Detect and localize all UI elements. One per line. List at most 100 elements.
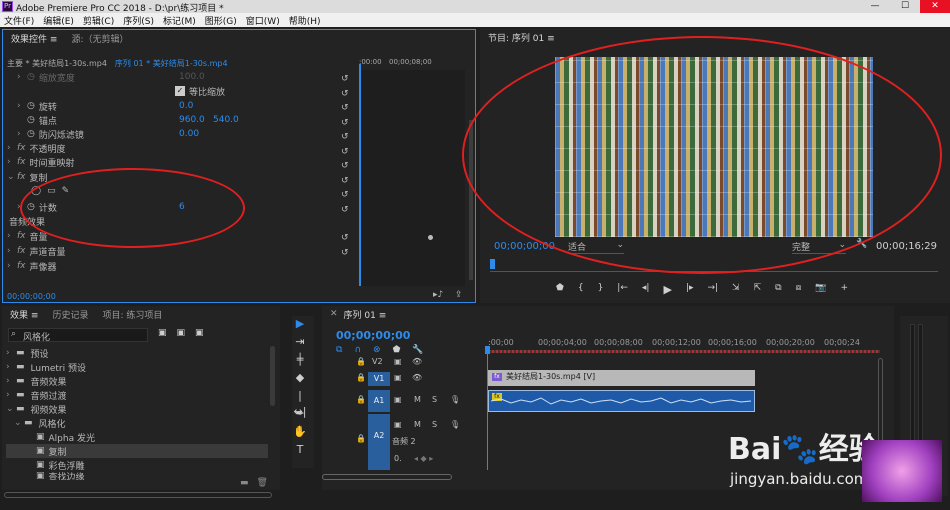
expand-chevron-icon[interactable]: › xyxy=(7,261,17,271)
reset-icon[interactable]: ↺ xyxy=(341,130,353,145)
timeline-timecode[interactable]: 00;00;00;00 xyxy=(336,329,410,342)
go-to-in-icon[interactable]: |← xyxy=(617,283,628,297)
export-icon[interactable]: ⇪ xyxy=(455,290,463,300)
solo-button[interactable]: S xyxy=(432,395,437,404)
ellipse-mask-icon[interactable]: ◯ xyxy=(31,186,41,196)
tree-item-alpha-glow[interactable]: ▣ Alpha 发光 xyxy=(36,430,95,444)
expand-chevron-icon[interactable]: › xyxy=(7,157,17,167)
expand-chevron-icon[interactable]: › xyxy=(7,231,17,241)
yuv-filter-icon[interactable]: ▣ xyxy=(195,328,204,338)
sync-lock-icon[interactable]: ▣ xyxy=(394,420,402,429)
tab-effects[interactable]: 效果 ≡ xyxy=(10,308,38,321)
play-icon[interactable]: ▶ xyxy=(663,283,671,297)
delete-icon[interactable]: 🗑 xyxy=(257,478,268,488)
selection-tool-icon[interactable]: ▶ xyxy=(292,316,308,332)
uniform-scale-checkbox[interactable]: ✓ xyxy=(175,86,185,96)
reset-icon[interactable]: ↺ xyxy=(341,174,353,189)
replicate-row[interactable]: ⌄ fx 复制 xyxy=(7,170,48,184)
close-button[interactable]: ✕ xyxy=(920,0,950,13)
tree-item-color-emboss[interactable]: ▣ 彩色浮雕 xyxy=(36,458,85,472)
expand-chevron-icon[interactable]: › xyxy=(17,101,27,111)
effects-search-input[interactable]: ⌕ 风格化 xyxy=(8,328,148,343)
fit-select[interactable]: 适合 ⌄ xyxy=(568,240,624,254)
mute-button[interactable]: M xyxy=(414,395,421,404)
scale-width-value[interactable]: 100.0 xyxy=(179,72,205,82)
ec-bottom-timecode[interactable]: 00;00;00;00 xyxy=(7,292,56,301)
channel-volume-row[interactable]: › fx 声道音量 xyxy=(7,244,66,258)
add-marker-icon[interactable]: ⬟ xyxy=(393,345,401,355)
track-a2-label[interactable]: A2 xyxy=(368,414,390,470)
menu-help[interactable]: 帮助(H) xyxy=(289,14,321,27)
razor-tool-icon[interactable]: ◆ xyxy=(292,370,308,386)
rect-mask-icon[interactable]: ▭ xyxy=(47,186,56,196)
stopwatch-icon[interactable]: ◷ xyxy=(27,129,35,139)
stopwatch-icon[interactable]: ◷ xyxy=(27,72,35,82)
time-remap-row[interactable]: › fx 时间重映射 xyxy=(7,155,75,169)
eye-icon[interactable]: 👁 xyxy=(412,373,422,382)
tab-history[interactable]: 历史记录 xyxy=(52,308,88,321)
add-marker-icon[interactable]: ⬟ xyxy=(556,283,564,297)
sync-lock-icon[interactable]: ▣ xyxy=(394,373,402,382)
panner-row[interactable]: › fx 声像器 xyxy=(7,259,57,273)
ec-scrollbar[interactable] xyxy=(469,120,473,280)
expand-chevron-icon[interactable]: › xyxy=(7,143,17,153)
lock-icon[interactable]: 🔒 xyxy=(356,395,366,404)
eye-icon[interactable]: 👁 xyxy=(412,357,422,366)
snap-icon[interactable]: ∩ xyxy=(354,345,361,355)
lock-icon[interactable]: 🔒 xyxy=(356,357,366,366)
hand-tool-icon[interactable]: ✋ xyxy=(292,424,308,440)
wrench-icon[interactable]: 🔧 xyxy=(856,239,867,249)
stopwatch-icon[interactable]: ◷ xyxy=(27,101,35,111)
go-to-out-icon[interactable]: →| xyxy=(707,283,718,297)
audio-clip[interactable]: fx xyxy=(488,390,755,412)
type-tool-icon[interactable]: T xyxy=(292,442,308,458)
panel-menu-icon[interactable]: ≡ xyxy=(31,311,39,321)
stopwatch-icon[interactable]: ◷ xyxy=(27,115,35,125)
add-button-icon[interactable]: + xyxy=(841,283,849,297)
menu-edit[interactable]: 编辑(E) xyxy=(43,14,74,27)
expand-chevron-icon[interactable]: › xyxy=(6,348,16,358)
expand-chevron-icon[interactable]: › xyxy=(6,390,16,400)
tab-program[interactable]: 节目: 序列 01 ≡ xyxy=(488,31,555,44)
program-scrub-bar[interactable] xyxy=(490,259,938,272)
expand-chevron-icon[interactable]: › xyxy=(17,202,27,212)
tree-item-presets[interactable]: › ▬ 预设 xyxy=(6,346,49,360)
tab-project[interactable]: 项目: 练习项目 xyxy=(102,308,162,321)
tab-source[interactable]: 源:（无剪辑） xyxy=(71,32,128,45)
expand-chevron-icon[interactable]: › xyxy=(17,72,27,82)
mic-icon[interactable]: 🎙 xyxy=(450,395,460,404)
keyframe-nav-icon[interactable]: ◂ ◆ ▸ xyxy=(414,454,433,463)
reset-icon[interactable]: ↺ xyxy=(341,72,353,87)
menu-graphics[interactable]: 图形(G) xyxy=(205,14,237,27)
linked-select-icon[interactable]: ⊗ xyxy=(373,345,381,355)
expand-chevron-icon[interactable]: › xyxy=(6,376,16,386)
step-forward-icon[interactable]: |▸ xyxy=(686,283,694,297)
opacity-row[interactable]: › fx 不透明度 xyxy=(7,141,66,155)
program-timecode[interactable]: 00;00;00;00 xyxy=(494,241,555,252)
sync-lock-icon[interactable]: ▣ xyxy=(394,357,402,366)
overwrite-icon[interactable]: ⇱ xyxy=(754,283,762,297)
tab-effect-controls[interactable]: 效果控件 ≡ xyxy=(11,32,57,45)
mic-icon[interactable]: 🎙 xyxy=(450,420,460,429)
32bit-filter-icon[interactable]: ▣ xyxy=(177,328,186,338)
program-video-frame[interactable] xyxy=(555,57,873,237)
minimize-button[interactable]: — xyxy=(860,0,890,13)
timeline-ruler[interactable]: :00;00 00;00;04;00 00;00;08;00 00;00;12;… xyxy=(488,336,880,356)
anchor-y-value[interactable]: 540.0 xyxy=(213,115,239,125)
ripple-edit-tool-icon[interactable]: ╪ xyxy=(292,352,308,368)
tab-sequence[interactable]: 序列 01 ≡ xyxy=(344,308,387,321)
expand-chevron-icon[interactable]: › xyxy=(7,246,17,256)
mark-out-icon[interactable]: } xyxy=(598,283,604,297)
rotation-value[interactable]: 0.0 xyxy=(179,101,193,111)
tree-item-audio-effects[interactable]: › ▬ 音频效果 xyxy=(6,374,67,388)
pen-tool-icon[interactable]: ✒ xyxy=(292,406,308,422)
pen-mask-icon[interactable]: ✎ xyxy=(62,186,70,196)
panel-menu-icon[interactable]: ≡ xyxy=(547,34,555,44)
sequence-clip-label[interactable]: 序列 01 * 美好结局1-30s.mp4 xyxy=(115,58,228,70)
insert-icon[interactable]: ⇲ xyxy=(732,283,740,297)
program-playhead[interactable] xyxy=(490,259,495,269)
tree-item-find-edges[interactable]: ▣ 查找边缘 xyxy=(36,472,85,480)
expand-chevron-icon[interactable]: › xyxy=(6,362,16,372)
count-value[interactable]: 6 xyxy=(179,202,185,212)
lock-icon[interactable]: 🔒 xyxy=(356,434,366,443)
